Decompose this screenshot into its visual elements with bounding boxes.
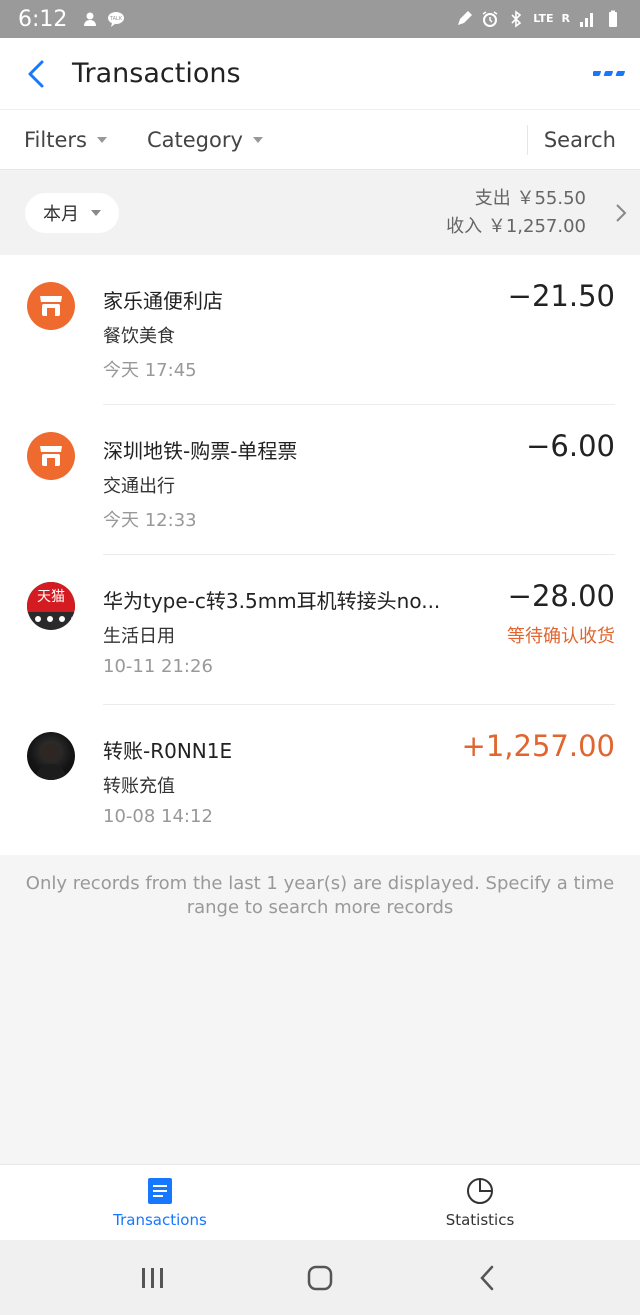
caret-down-icon [96, 136, 107, 143]
tmall-icon-label: 天猫 [27, 582, 75, 612]
more-button[interactable] [580, 38, 640, 110]
svg-text:TALK: TALK [109, 16, 123, 22]
app-header: Transactions [0, 38, 640, 110]
transaction-title: 家乐通便利店 [103, 289, 223, 313]
alarm-icon [481, 10, 499, 28]
transaction-category: 餐饮美食 [103, 326, 175, 347]
filter-bar: Filters Category Search [0, 110, 640, 170]
transaction-category: 生活日用 [103, 626, 175, 647]
transaction-title: 转账-R0NN1E [103, 739, 233, 763]
signal-icon [578, 10, 596, 28]
transaction-amount: +1,257.00 [461, 729, 615, 763]
month-totals: 支出 ￥55.50 收入 ￥1,257.00 [446, 185, 602, 241]
transaction-row[interactable]: 转账-R0NN1E 转账充值 10-08 14:12 +1,257.00 [0, 705, 640, 855]
lte-label: LTE [533, 12, 554, 25]
list-document-icon [148, 1178, 172, 1204]
tab-transactions[interactable]: Transactions [0, 1165, 320, 1241]
transaction-title: 华为type-c转3.5mm耳机转接头no... [103, 589, 441, 613]
transaction-status: 等待确认收货 [507, 626, 615, 647]
status-left-icons: TALK [81, 10, 125, 28]
tab-label: Transactions [113, 1211, 207, 1229]
home-button[interactable] [290, 1248, 350, 1308]
filters-label: Filters [24, 127, 87, 152]
notification-icon [81, 10, 99, 28]
pen-icon [455, 10, 473, 28]
transaction-category: 交通出行 [103, 476, 175, 497]
tab-bar: Transactions Statistics [0, 1164, 640, 1240]
tmall-icon: 天猫 [27, 582, 75, 630]
search-label: Search [543, 127, 616, 152]
transaction-amount: −21.50 [507, 279, 615, 313]
store-icon [27, 432, 75, 480]
transaction-amount: −6.00 [526, 429, 615, 463]
tab-statistics[interactable]: Statistics [320, 1165, 640, 1241]
page-title: Transactions [72, 58, 241, 89]
recent-apps-button[interactable] [123, 1248, 183, 1308]
roaming-label: R [561, 12, 570, 25]
status-time: 6:12 [18, 6, 68, 32]
recent-apps-icon [142, 1267, 164, 1288]
transaction-amount: −28.00 [507, 579, 615, 613]
transaction-time: 10-08 14:12 [103, 806, 213, 827]
talk-icon: TALK [107, 10, 125, 28]
back-button[interactable] [0, 38, 72, 110]
status-bar: 6:12 TALK LTE R [0, 0, 640, 38]
transaction-list: 家乐通便利店 餐饮美食 今天 17:45 −21.50 深圳地铁-购票-单程票 … [0, 255, 640, 855]
status-right-icons: LTE R [455, 10, 622, 28]
chevron-left-icon [28, 60, 44, 87]
bluetooth-icon [507, 10, 525, 28]
transaction-category: 转账充值 [103, 776, 175, 797]
tab-label: Statistics [445, 1211, 515, 1229]
period-dropdown[interactable]: 本月 [25, 193, 119, 233]
search-button[interactable]: Search [526, 124, 640, 155]
category-dropdown[interactable]: Category [107, 110, 263, 170]
filters-dropdown[interactable]: Filters [0, 110, 107, 170]
records-note: Only records from the last 1 year(s) are… [25, 873, 615, 918]
income-total: 收入 ￥1,257.00 [446, 216, 586, 237]
home-icon [307, 1265, 333, 1290]
expense-total: 支出 ￥55.50 [474, 188, 586, 209]
battery-icon [604, 10, 622, 28]
more-icon [593, 70, 625, 76]
transaction-time: 今天 17:45 [103, 360, 197, 381]
chevron-right-icon[interactable] [602, 171, 640, 255]
transaction-row[interactable]: 天猫 华为type-c转3.5mm耳机转接头no... 生活日用 10-11 2… [0, 555, 640, 705]
transaction-time: 今天 12:33 [103, 510, 197, 531]
transaction-row[interactable]: 深圳地铁-购票-单程票 交通出行 今天 12:33 −6.00 [0, 405, 640, 555]
category-label: Category [146, 127, 243, 152]
transaction-title: 深圳地铁-购票-单程票 [103, 439, 298, 463]
back-nav-button[interactable] [457, 1248, 517, 1308]
system-nav-bar [0, 1240, 640, 1315]
user-photo-avatar [27, 732, 75, 780]
back-arrow-icon [479, 1265, 493, 1290]
caret-down-icon [252, 136, 263, 143]
caret-down-icon [91, 210, 101, 216]
transaction-row[interactable]: 家乐通便利店 餐饮美食 今天 17:45 −21.50 [0, 255, 640, 405]
transaction-time: 10-11 21:26 [103, 656, 213, 677]
pie-chart-icon [467, 1178, 493, 1204]
store-icon [27, 282, 75, 330]
month-summary-bar[interactable]: 本月 支出 ￥55.50 收入 ￥1,257.00 [0, 171, 640, 255]
period-label: 本月 [43, 204, 79, 225]
